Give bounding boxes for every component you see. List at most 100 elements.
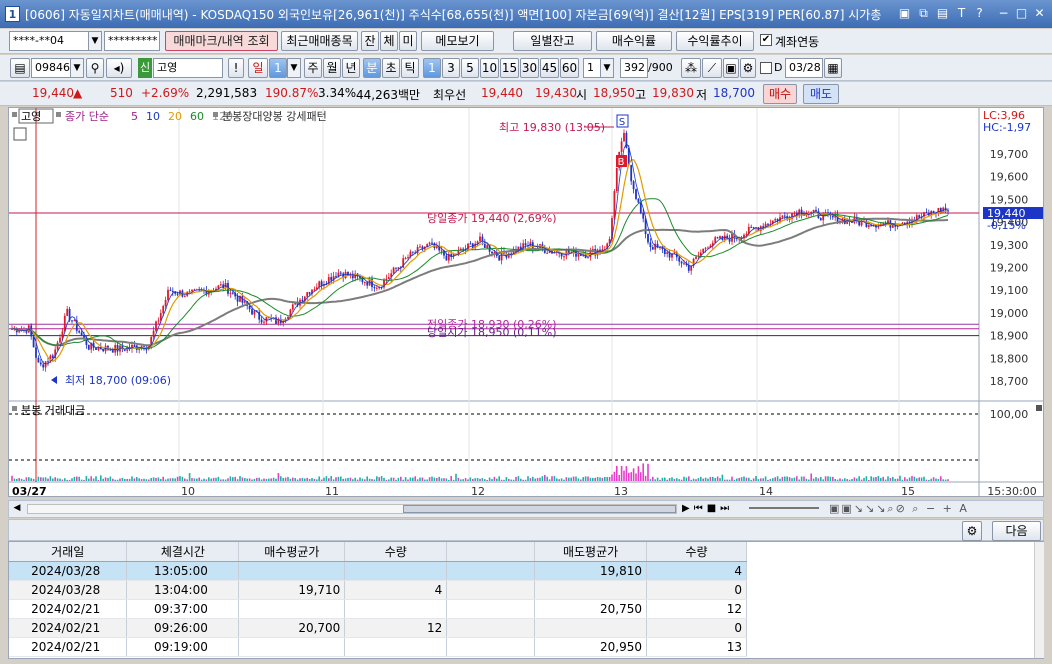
candle-body[interactable]	[111, 349, 114, 353]
interval-3[interactable]: 3	[442, 58, 460, 78]
candle-body[interactable]	[291, 304, 294, 310]
candle-body[interactable]	[498, 256, 501, 261]
candle-body[interactable]	[39, 362, 42, 365]
scroll-thumb[interactable]	[403, 505, 676, 513]
candle-body[interactable]	[781, 215, 784, 218]
candle-body[interactable]	[649, 242, 652, 248]
memo-button[interactable]: 메모보기	[421, 31, 494, 51]
tab-monthly[interactable]: 월	[323, 58, 341, 78]
alert-icon[interactable]: !	[228, 58, 244, 78]
candle-body[interactable]	[152, 330, 155, 338]
candle-body[interactable]	[714, 237, 717, 243]
candle-body[interactable]	[51, 355, 54, 358]
candle-body[interactable]	[486, 245, 489, 249]
candle-body[interactable]	[260, 319, 263, 323]
candle-body[interactable]	[716, 237, 719, 239]
candle-body[interactable]	[59, 337, 61, 343]
interval-1[interactable]: 1	[423, 58, 441, 78]
column-header[interactable]: 체결시간	[126, 542, 240, 562]
candle-body[interactable]	[639, 202, 642, 213]
count-input[interactable]: 392	[620, 58, 648, 78]
candle-body[interactable]	[320, 281, 323, 286]
candle-body[interactable]	[479, 236, 481, 242]
interval-60[interactable]: 60	[560, 58, 579, 78]
playback-controls-icon[interactable]: ▶⏮■⏭	[682, 503, 733, 514]
account-dropdown-icon[interactable]: ▼	[88, 31, 102, 51]
candle-body[interactable]	[287, 316, 289, 319]
save-icon[interactable]: ▣	[723, 58, 739, 78]
candle-body[interactable]	[428, 242, 431, 244]
candle-body[interactable]	[407, 257, 409, 259]
trade-mark-button[interactable]: 매매마크/내역 조회	[165, 31, 278, 51]
settings-gear-icon[interactable]: ⚙	[962, 521, 982, 541]
candle-body[interactable]	[109, 349, 112, 351]
candle-body[interactable]	[18, 331, 21, 333]
yield-trend-button[interactable]: 수익률추이	[676, 31, 754, 51]
candle-body[interactable]	[243, 301, 246, 303]
candle-body[interactable]	[162, 306, 165, 314]
column-header[interactable]: 매도평균가	[534, 542, 648, 562]
close-icon[interactable]: ✕	[1032, 5, 1047, 21]
scroll-track[interactable]	[27, 504, 677, 514]
candle-body[interactable]	[491, 251, 493, 254]
tab-yearly[interactable]: 년	[342, 58, 360, 78]
candle-body[interactable]	[47, 361, 49, 363]
candle-body[interactable]	[546, 252, 549, 254]
candle-body[interactable]	[387, 277, 390, 279]
window-font-icon[interactable]: T	[954, 5, 969, 21]
candle-body[interactable]	[666, 252, 669, 255]
table-row[interactable]: 2024/02/21 09:26:00 20,700 12 0	[9, 618, 747, 638]
candle-body[interactable]	[229, 292, 232, 294]
buy-button[interactable]: 매수	[763, 84, 797, 104]
candle-body[interactable]	[363, 282, 366, 284]
candle-body[interactable]	[66, 308, 69, 316]
candle-body[interactable]	[308, 292, 311, 294]
calendar-icon[interactable]: ▦	[824, 58, 842, 78]
candle-body[interactable]	[445, 255, 448, 261]
candle-body[interactable]	[313, 289, 316, 291]
candle-body[interactable]	[44, 361, 47, 368]
candle-body[interactable]	[167, 289, 169, 301]
candle-body[interactable]	[78, 330, 81, 333]
candle-body[interactable]	[236, 296, 239, 302]
candle-body[interactable]	[169, 289, 172, 291]
table-scrollbar[interactable]	[1034, 542, 1044, 658]
column-header[interactable]: 수량	[646, 542, 747, 562]
candle-body[interactable]	[745, 233, 748, 235]
window-restore-icon[interactable]: ⧉	[916, 5, 931, 21]
candle-body[interactable]	[563, 256, 565, 258]
candle-body[interactable]	[116, 345, 119, 352]
candle-body[interactable]	[925, 212, 928, 214]
window-pin-icon[interactable]: ▤	[935, 5, 950, 21]
maximize-icon[interactable]: □	[1014, 5, 1029, 21]
column-header[interactable]	[446, 542, 536, 562]
candle-chart[interactable]: 19,70019,60019,50019,40019,30019,20019,1…	[9, 108, 1043, 498]
search-icon[interactable]: ⚲	[86, 58, 104, 78]
candle-body[interactable]	[815, 209, 817, 212]
candle-body[interactable]	[171, 290, 174, 292]
candle-body[interactable]	[587, 257, 589, 259]
interval-15[interactable]: 15	[500, 58, 519, 78]
candle-body[interactable]	[375, 287, 378, 289]
table-row[interactable]: 2024/02/21 09:19:00 20,950 13	[9, 637, 747, 657]
zoom-slider[interactable]	[749, 507, 819, 509]
candle-body[interactable]	[35, 347, 37, 358]
candle-body[interactable]	[301, 299, 304, 302]
candle-body[interactable]	[793, 212, 796, 214]
candle-body[interactable]	[231, 292, 234, 294]
candle-body[interactable]	[440, 250, 443, 252]
candle-body[interactable]	[932, 210, 935, 213]
candle-body[interactable]	[800, 209, 803, 215]
candle-body[interactable]	[176, 293, 179, 295]
interval-5[interactable]: 5	[461, 58, 479, 78]
candle-body[interactable]	[615, 167, 618, 192]
candle-body[interactable]	[683, 263, 685, 265]
stock-name-field[interactable]: 고영	[153, 58, 223, 78]
candle-body[interactable]	[87, 344, 90, 350]
candle-body[interactable]	[651, 247, 654, 250]
candle-body[interactable]	[248, 305, 251, 310]
candle-body[interactable]	[42, 364, 45, 368]
candle-body[interactable]	[306, 292, 309, 297]
column-header[interactable]: 거래일	[9, 542, 128, 562]
candle-body[interactable]	[567, 250, 570, 253]
